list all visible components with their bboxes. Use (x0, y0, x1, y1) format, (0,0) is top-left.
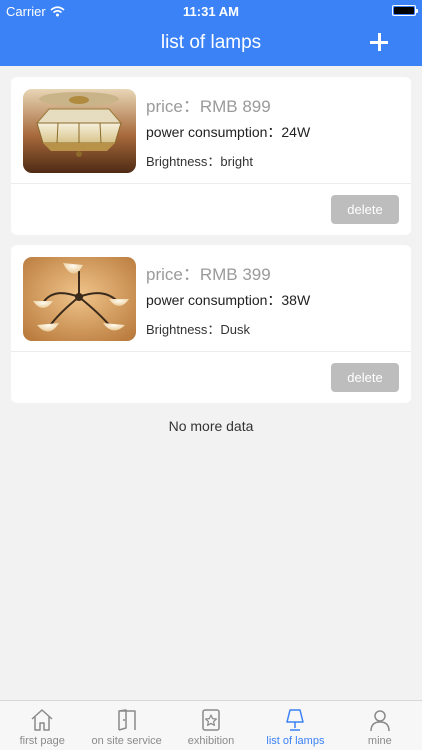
lamp-card: price：RMB 399 power consumption：38W Brig… (11, 245, 411, 403)
door-icon (114, 707, 140, 733)
page-title: list of lamps (160, 32, 262, 53)
tab-bar: first page on site service exhibition li… (0, 700, 422, 750)
lamp-brightness: Brightness：bright (146, 154, 253, 169)
home-icon (29, 707, 55, 733)
exhibition-icon (198, 707, 224, 733)
lamp-photo (23, 89, 136, 173)
delete-button[interactable]: delete (331, 363, 399, 392)
person-icon (367, 707, 393, 733)
tab-on-site-service[interactable]: on site service (84, 701, 168, 750)
lamp-photo (23, 257, 136, 341)
tab-label: first page (19, 735, 65, 747)
lamp-brightness: Brightness：Dusk (146, 322, 251, 337)
card-divider (11, 183, 411, 184)
tab-label: list of lamps (266, 735, 325, 747)
lamp-power: power consumption：24W (146, 124, 311, 140)
tab-list-of-lamps[interactable]: list of lamps (253, 701, 337, 750)
nav-bar: list of lamps (0, 22, 422, 66)
lamp-card: price：RMB 899 power consumption：24W Brig… (11, 77, 411, 235)
tab-label: on site service (91, 735, 162, 747)
tab-mine[interactable]: mine (338, 701, 422, 750)
lamp-price: price：RMB 399 (146, 265, 271, 284)
lamp-icon (282, 707, 308, 733)
tab-label: exhibition (187, 735, 235, 747)
lamp-price: price：RMB 899 (146, 97, 271, 116)
card-divider (11, 351, 411, 352)
tab-exhibition[interactable]: exhibition (169, 701, 253, 750)
tab-first-page[interactable]: first page (0, 701, 84, 750)
status-time: 11:31 AM (183, 4, 239, 19)
status-bar: Carrier 11:31 AM (0, 0, 422, 22)
delete-button[interactable]: delete (331, 195, 399, 224)
add-lamp-button[interactable] (366, 29, 392, 55)
tab-label: mine (367, 735, 392, 747)
lamp-power: power consumption：38W (146, 292, 311, 308)
battery-icon (392, 5, 418, 16)
list-end-message: No more data (168, 418, 254, 434)
